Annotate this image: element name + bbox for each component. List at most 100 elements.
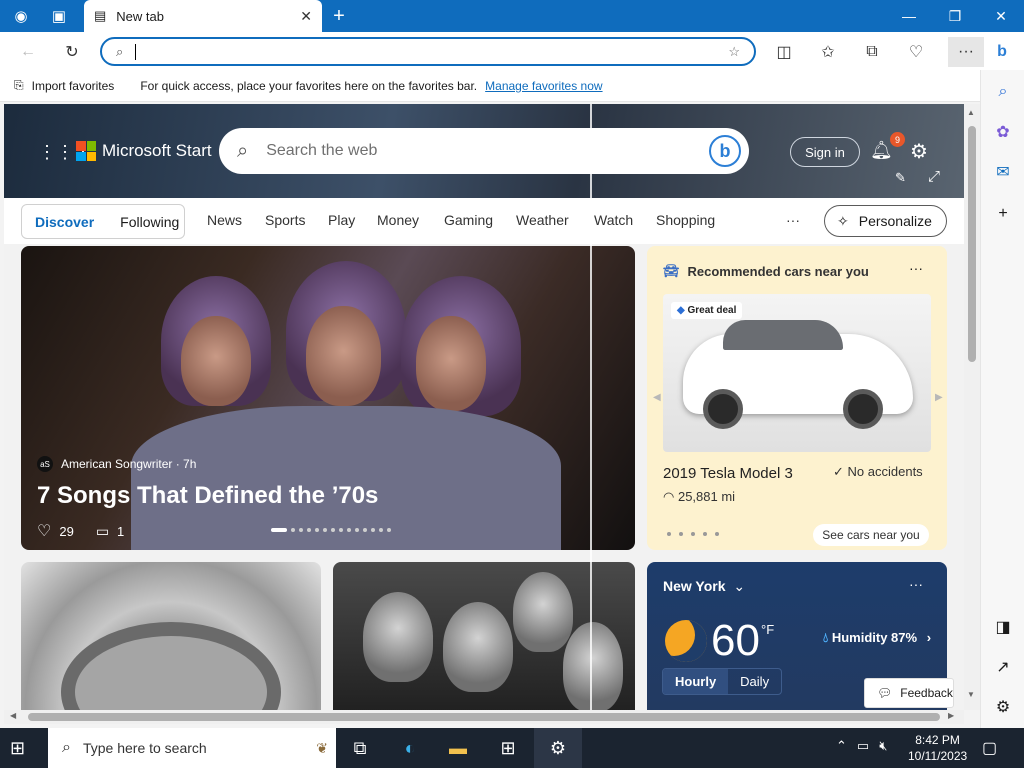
address-bar[interactable]: ⌕ ☆ (100, 37, 756, 66)
external-link-icon[interactable]: ↗ (991, 655, 1015, 679)
web-search-input[interactable]: Search the web (266, 142, 377, 160)
sidebar-settings-icon[interactable]: ⚙ (991, 695, 1015, 719)
nav-weather[interactable]: Weather (516, 212, 569, 228)
car-photo[interactable]: ◆ Great deal (663, 294, 931, 452)
tab-hourly[interactable]: Hourly (663, 669, 729, 694)
back-button[interactable]: ← (16, 40, 40, 64)
great-deal-label: Great deal (687, 305, 737, 316)
search-icon[interactable]: ⌕ (991, 80, 1015, 104)
notifications-bell-icon[interactable]: 🔔︎ (870, 140, 893, 161)
scroll-up-icon[interactable]: ▲ (967, 108, 975, 117)
split-divider[interactable] (590, 104, 592, 722)
card-more-icon[interactable]: ··· (909, 260, 923, 276)
feedback-button[interactable]: 💬︎ Feedback (864, 678, 954, 708)
see-cars-button[interactable]: See cars near you (813, 524, 929, 546)
close-window-button[interactable]: ✕ (978, 0, 1024, 32)
nav-sports[interactable]: Sports (265, 212, 305, 228)
chevron-up-icon[interactable]: ⌃ (836, 738, 847, 754)
nav-shopping[interactable]: Shopping (656, 212, 715, 228)
sidebar-panel-icon[interactable]: ◨ (991, 615, 1015, 639)
notification-center-icon[interactable]: ▢ (982, 738, 997, 758)
vertical-scrollbar[interactable]: ▲ ▼ (964, 104, 980, 710)
taskbar-search-input[interactable]: Type here to search (83, 740, 207, 756)
cars-carousel-dots[interactable] (667, 532, 719, 536)
cars-header-label: Recommended cars near you (687, 263, 869, 279)
tab-following[interactable]: Following (107, 214, 192, 230)
network-icon[interactable]: ▭ (857, 738, 869, 754)
nav-gaming[interactable]: Gaming (444, 212, 493, 228)
taskbar-search[interactable]: ⌕ Type here to search ❦ (48, 728, 336, 768)
comment-icon[interactable]: ▭ (96, 523, 109, 540)
task-view-icon[interactable]: ⧉ (336, 728, 384, 768)
favbar-message: For quick access, place your favorites h… (140, 78, 478, 93)
more-menu-icon[interactable]: ··· (948, 37, 984, 67)
nav-more[interactable]: ··· (786, 212, 800, 228)
nav-money[interactable]: Money (377, 212, 419, 228)
web-search-box[interactable]: ⌕ Search the web b (219, 128, 749, 174)
recommended-cars-card[interactable]: 🚘︎ Recommended cars near you ··· ◀ ▶ ◆ G… (647, 246, 947, 550)
refresh-button[interactable]: ↻ (60, 40, 84, 64)
import-favorites-button[interactable]: Import favorites (32, 79, 115, 93)
import-icon[interactable]: ⎘ (14, 78, 24, 93)
favorites-icon[interactable]: ✩ (816, 40, 840, 64)
feedback-icon: 💬︎ (877, 686, 893, 700)
nav-play[interactable]: Play (328, 212, 355, 228)
weather-location[interactable]: New York ⌄ (663, 578, 745, 595)
like-icon[interactable]: ♡ (37, 521, 51, 541)
personalize-button[interactable]: ✧ Personalize (824, 205, 947, 237)
microsoft-store-icon[interactable]: ⊞ (484, 728, 532, 768)
new-tab-icon[interactable]: + (328, 5, 350, 27)
settings-taskbar-icon[interactable]: ⚙ (534, 728, 582, 768)
vertical-scroll-thumb[interactable] (968, 126, 976, 362)
sign-in-button[interactable]: Sign in (790, 137, 860, 167)
card-more-icon[interactable]: ··· (909, 576, 923, 592)
close-tab-icon[interactable]: ✕ (300, 8, 312, 25)
story-title[interactable]: 7 Songs That Defined the ’70s (37, 482, 378, 510)
horizontal-scrollbar[interactable]: ◀ ▶ (4, 710, 964, 724)
volume-muted-icon[interactable]: 🔇︎ (879, 738, 887, 754)
page-settings-icon[interactable]: ⚙ (910, 139, 928, 164)
carousel-dots[interactable] (271, 528, 391, 532)
scroll-down-icon[interactable]: ▼ (967, 690, 975, 699)
taskbar-clock[interactable]: 8:42 PM 10/11/2023 (908, 732, 967, 764)
tab-discover[interactable]: Discover (22, 214, 107, 230)
windows-start-icon[interactable]: ⊞ (10, 738, 25, 759)
edge-taskbar-icon[interactable]: ◐ (386, 728, 434, 768)
chevron-right-icon[interactable]: › (927, 630, 931, 645)
story-card-metal-photo[interactable] (21, 562, 321, 710)
app-launcher-icon[interactable]: ⋮⋮⋮ (38, 142, 92, 162)
search-highlight-icon: ❦ (316, 739, 328, 756)
file-explorer-icon[interactable]: ▬ (434, 728, 482, 768)
split-screen-icon[interactable]: ◫ (772, 40, 796, 64)
minimize-button[interactable]: — (886, 0, 932, 32)
edit-background-icon[interactable]: ✎ (895, 170, 906, 186)
tab-actions-icon[interactable]: ▣ (48, 6, 70, 26)
clock-time: 8:42 PM (915, 733, 960, 747)
horizontal-scroll-thumb[interactable] (28, 713, 940, 721)
clock-date: 10/11/2023 (908, 749, 968, 763)
prev-arrow-icon[interactable]: ◀ (653, 392, 661, 403)
next-arrow-icon[interactable]: ▶ (935, 392, 943, 403)
nav-news[interactable]: News (207, 212, 242, 228)
hero-story-card[interactable]: aS American Songwriter · 7h 7 Songs That… (21, 246, 635, 550)
favorite-star-icon[interactable]: ☆ (728, 44, 740, 60)
expand-icon[interactable]: ⤢ (928, 168, 940, 185)
scroll-left-icon[interactable]: ◀ (10, 711, 16, 720)
copilot-icon[interactable]: b (990, 40, 1014, 64)
add-icon[interactable]: + (991, 202, 1015, 226)
microsoft-start-logo[interactable]: Microsoft Start (76, 141, 212, 161)
profile-avatar-icon[interactable]: ◉ (10, 6, 32, 26)
browser-essentials-icon[interactable]: ♡ (904, 40, 928, 64)
restore-button[interactable]: ❐ (932, 0, 978, 32)
tab-new-tab[interactable]: ▤ New tab ✕ (84, 0, 322, 32)
copilot-icon[interactable]: ✿ (991, 120, 1015, 144)
collections-icon[interactable]: ⧉ (860, 40, 884, 64)
car-model[interactable]: 2019 Tesla Model 3 (663, 465, 793, 482)
no-accidents: ✓ No accidents (833, 464, 923, 480)
outlook-icon[interactable]: ✉ (991, 160, 1015, 184)
bing-chat-icon[interactable]: b (709, 135, 741, 167)
manage-favorites-link[interactable]: Manage favorites now (485, 79, 602, 93)
tab-daily[interactable]: Daily (728, 669, 781, 694)
scroll-right-icon[interactable]: ▶ (948, 711, 954, 720)
nav-watch[interactable]: Watch (594, 212, 633, 228)
